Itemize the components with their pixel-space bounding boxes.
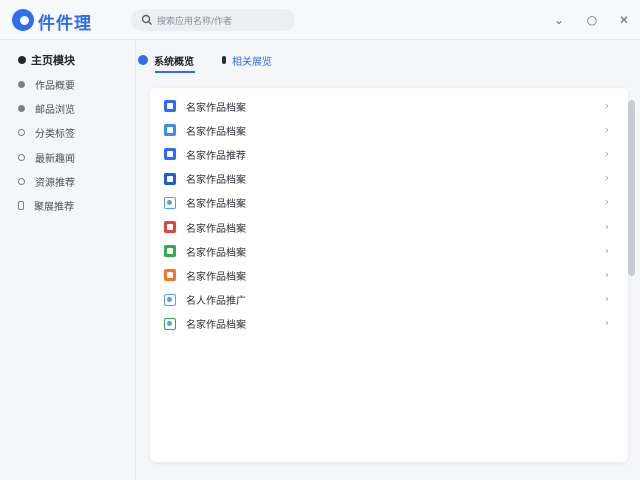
list-item-label: 名家作品档案 (186, 271, 246, 283)
sidebar-item-label: 最新趣闻 (35, 153, 75, 165)
list-item[interactable]: 名家作品档案 › (150, 215, 620, 239)
chat-icon (164, 245, 176, 258)
list-icon (164, 317, 176, 330)
search-box[interactable]: 搜索应用名称/作者 (131, 9, 295, 31)
dot-icon (18, 80, 25, 88)
document-icon (164, 124, 176, 137)
search-icon (141, 14, 152, 25)
sidebar-item-3[interactable]: 分类标签 (18, 124, 75, 140)
search-input[interactable]: 搜索应用名称/作者 (157, 14, 232, 27)
list-item-label: 名家作品档案 (186, 175, 246, 187)
chevron-right-icon: › (605, 100, 609, 112)
list-item[interactable]: 名家作品档案 › (150, 312, 620, 336)
font-icon (164, 269, 176, 282)
chevron-right-icon: › (605, 269, 609, 281)
dot-icon (18, 104, 25, 112)
list-item[interactable]: 名家作品档案 › (150, 167, 620, 191)
list-item[interactable]: 名家作品档案 › (150, 239, 620, 263)
app-logo-icon (12, 9, 34, 31)
maximize-button[interactable]: ○ (582, 10, 602, 30)
list-item-label: 名家作品档案 (186, 102, 246, 114)
list-item-label: 名家作品推荐 (186, 150, 246, 162)
scrollbar[interactable] (628, 100, 635, 276)
chevron-right-icon: › (605, 245, 609, 257)
sidebar-item-label: 邮品浏览 (35, 104, 75, 116)
active-tab-indicator (155, 71, 195, 73)
close-button[interactable]: ✕ (614, 10, 634, 30)
circle-icon (18, 153, 25, 161)
list-item[interactable]: 名家作品档案 › (150, 263, 620, 287)
tab-exhibitions[interactable]: 相关展览 (222, 50, 272, 70)
sidebar-item-2[interactable]: 邮品浏览 (18, 100, 75, 116)
overview-icon (138, 55, 148, 65)
sidebar-item-label: 分类标签 (35, 128, 75, 140)
sidebar-heading[interactable]: 主页模块 (18, 52, 75, 68)
sidebar-item-1[interactable]: 作品概要 (18, 76, 75, 92)
list-item[interactable]: 名家作品档案 › (150, 118, 620, 142)
list-item[interactable]: 名家作品档案 › (150, 94, 620, 118)
list-item[interactable]: 名家作品推荐 › (150, 142, 620, 166)
tab-overview[interactable]: 系统概览 (138, 50, 194, 70)
list-item[interactable]: 名人作品推广 › (150, 288, 620, 312)
tab-label: 系统概览 (154, 56, 194, 68)
chevron-right-icon: › (605, 221, 609, 233)
image-icon (164, 293, 176, 306)
sidebar-heading-label: 主页模块 (31, 54, 75, 67)
app-name: 件件理 (38, 14, 92, 34)
bookmark-icon (222, 56, 226, 64)
chevron-right-icon: › (605, 294, 609, 306)
sidebar-item-4[interactable]: 最新趣闻 (18, 149, 75, 165)
list-item[interactable]: 名家作品档案 › (150, 191, 620, 215)
list-item-label: 名家作品档案 (186, 223, 246, 235)
home-icon (18, 56, 26, 64)
sidebar-item-5[interactable]: 资源推荐 (18, 173, 75, 189)
chevron-right-icon: › (605, 173, 609, 185)
list-item-label: 名家作品档案 (186, 199, 246, 211)
content-card: 名家作品档案 › 名家作品档案 › 名家作品推荐 › 名家作品档案 › 名家作品档案 › 名家作品档… (150, 88, 628, 462)
minimize-button[interactable]: ⌄ (549, 10, 569, 30)
title-bar: 件件理 搜索应用名称/作者 ⌄ ○ ✕ (0, 0, 640, 40)
grid-icon (164, 221, 176, 233)
sidebar-item-label: 聚展推荐 (34, 201, 74, 213)
document-icon (164, 148, 176, 161)
list-item-label: 名家作品档案 (186, 320, 246, 332)
phone-icon (18, 200, 24, 210)
document-icon (164, 100, 176, 112)
camera-icon (164, 172, 176, 185)
sidebar-item-6[interactable]: 聚展推荐 (18, 197, 74, 213)
list-item-label: 名人作品推广 (186, 296, 246, 308)
list-item-label: 名家作品档案 (186, 126, 246, 138)
sidebar-item-label: 资源推荐 (35, 177, 75, 189)
list-item-label: 名家作品档案 (186, 247, 246, 259)
sidebar: 主页模块 作品概要 邮品浏览 分类标签 最新趣闻 资源推荐 聚展推荐 (0, 40, 136, 480)
image-icon (164, 196, 176, 209)
sidebar-item-label: 作品概要 (35, 80, 75, 92)
chevron-right-icon: › (605, 124, 609, 136)
tab-label: 相关展览 (232, 56, 272, 68)
circle-icon (18, 177, 25, 185)
chevron-right-icon: › (605, 318, 609, 330)
chevron-right-icon: › (605, 148, 609, 160)
chevron-right-icon: › (605, 197, 609, 209)
circle-icon (18, 128, 25, 136)
